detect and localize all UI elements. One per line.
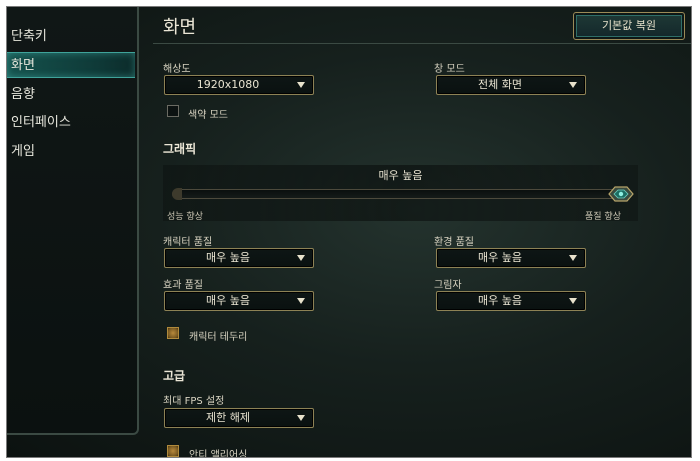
resolution-value: 1920x1080 bbox=[196, 78, 260, 91]
shadows-dropdown[interactable]: 매우 높음 bbox=[436, 291, 586, 311]
window-mode-dropdown[interactable]: 전체 화면 bbox=[436, 75, 586, 95]
sidebar-item-video[interactable]: 화면 bbox=[7, 52, 135, 78]
chevron-down-icon bbox=[297, 255, 305, 261]
slider-min-cap bbox=[172, 188, 182, 200]
restore-defaults-button[interactable]: 기본값 복원 bbox=[573, 12, 685, 40]
character-outline-checkbox[interactable] bbox=[167, 327, 179, 339]
slider-min-label: 성능 향상 bbox=[167, 212, 203, 222]
sidebar-item-interface[interactable]: 인터페이스 bbox=[7, 110, 135, 136]
sidebar-item-sound[interactable]: 음향 bbox=[7, 82, 135, 108]
slider-max-label: 품질 향상 bbox=[585, 212, 621, 222]
shadows-value: 매우 높음 bbox=[478, 294, 522, 307]
window-mode-value: 전체 화면 bbox=[478, 78, 522, 91]
settings-sidebar: 단축키 화면 음향 인터페이스 게임 bbox=[7, 7, 139, 435]
chevron-down-icon bbox=[569, 298, 577, 304]
environment-quality-label: 환경 품질 bbox=[434, 237, 474, 248]
settings-window: 단축키 화면 음향 인터페이스 게임 화면 기본값 복원 해상도 1920x10… bbox=[6, 6, 692, 458]
effects-quality-label: 효과 품질 bbox=[163, 280, 203, 291]
gem-handle-icon bbox=[608, 186, 634, 202]
sidebar-item-hotkeys[interactable]: 단축키 bbox=[7, 24, 135, 50]
max-fps-dropdown[interactable]: 제한 해제 bbox=[164, 408, 314, 428]
environment-quality-dropdown[interactable]: 매우 높음 bbox=[436, 248, 586, 268]
effects-quality-dropdown[interactable]: 매우 높음 bbox=[164, 291, 314, 311]
chevron-down-icon bbox=[297, 298, 305, 304]
resolution-label: 해상도 bbox=[163, 64, 191, 75]
max-fps-label: 최대 FPS 설정 bbox=[163, 396, 225, 407]
effects-quality-value: 매우 높음 bbox=[206, 294, 250, 307]
environment-quality-value: 매우 높음 bbox=[478, 251, 522, 264]
chevron-down-icon bbox=[569, 82, 577, 88]
character-quality-value: 매우 높음 bbox=[206, 251, 250, 264]
antialiasing-checkbox[interactable] bbox=[167, 445, 179, 457]
character-outline-label: 캐릭터 테두리 bbox=[189, 332, 248, 343]
chevron-down-icon bbox=[297, 82, 305, 88]
graphics-quality-slider[interactable] bbox=[172, 189, 632, 199]
character-quality-dropdown[interactable]: 매우 높음 bbox=[164, 248, 314, 268]
antialiasing-label: 안티 앨리어싱 bbox=[189, 450, 248, 458]
title-divider bbox=[153, 43, 691, 44]
chevron-down-icon bbox=[569, 255, 577, 261]
shadows-label: 그림자 bbox=[434, 280, 462, 291]
graphics-section-title: 그래픽 bbox=[163, 142, 197, 156]
max-fps-value: 제한 해제 bbox=[206, 411, 250, 424]
window-mode-label: 창 모드 bbox=[434, 64, 465, 75]
advanced-section-title: 고급 bbox=[163, 369, 186, 383]
character-quality-label: 캐릭터 품질 bbox=[163, 237, 213, 248]
resolution-dropdown[interactable]: 1920x1080 bbox=[164, 75, 314, 95]
chevron-down-icon bbox=[297, 415, 305, 421]
graphics-preset-value: 매우 높음 bbox=[378, 169, 423, 182]
colorblind-mode-checkbox[interactable] bbox=[167, 105, 179, 117]
sidebar-item-game[interactable]: 게임 bbox=[7, 139, 135, 165]
colorblind-mode-label: 색약 모드 bbox=[188, 110, 228, 121]
page-title: 화면 bbox=[163, 17, 197, 38]
slider-handle[interactable] bbox=[608, 185, 634, 203]
